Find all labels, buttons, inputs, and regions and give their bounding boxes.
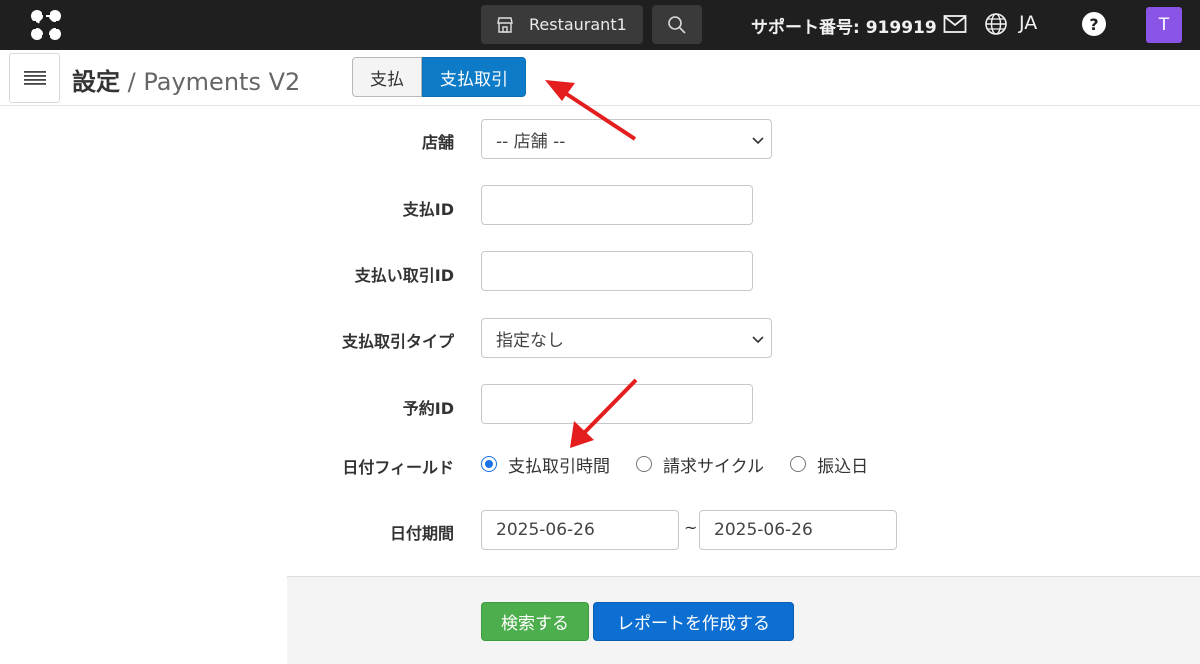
app-logo-icon[interactable] xyxy=(28,7,64,43)
radio-transfer-date[interactable]: 振込日 xyxy=(790,452,868,477)
page-title-main: 設定 xyxy=(72,68,120,96)
store-label: 店舗 xyxy=(421,133,454,152)
support-number: サポート番号: 919919 xyxy=(751,18,937,38)
date-field-label: 日付フィールド xyxy=(342,458,454,477)
mail-icon[interactable] xyxy=(943,14,967,34)
search-button[interactable] xyxy=(652,5,702,44)
payment-transaction-id-input[interactable] xyxy=(481,251,753,291)
radio-transaction-time[interactable]: 支払取引時間 xyxy=(481,452,610,477)
language-selector[interactable]: JA xyxy=(1019,12,1037,34)
chevron-down-icon xyxy=(752,137,764,145)
help-icon[interactable]: ? xyxy=(1082,12,1106,36)
date-to-input[interactable]: 2025-06-26 xyxy=(699,510,897,550)
page-title-separator: / xyxy=(127,68,136,96)
store-select-value: -- 店舗 -- xyxy=(496,131,566,152)
radio-button[interactable] xyxy=(790,456,807,472)
reservation-id-input[interactable] xyxy=(481,384,753,424)
transaction-type-select[interactable]: 指定なし xyxy=(481,318,772,358)
search-submit-button[interactable]: 検索する xyxy=(481,602,589,641)
radio-label: 支払取引時間 xyxy=(508,456,610,477)
hamburger-menu-button[interactable] xyxy=(9,53,60,103)
page-title: 設定 / Payments V2 xyxy=(72,62,300,97)
transaction-type-label: 支払取引タイプ xyxy=(341,332,454,351)
payment-id-input[interactable] xyxy=(481,185,753,225)
store-select[interactable]: -- 店舗 -- xyxy=(481,119,772,159)
date-from-input[interactable]: 2025-06-26 xyxy=(481,510,679,550)
store-selector-button[interactable]: Restaurant1 xyxy=(481,5,643,44)
reservation-id-label: 予約ID xyxy=(402,399,454,418)
chevron-down-icon xyxy=(752,336,764,344)
payment-id-label: 支払ID xyxy=(402,200,454,219)
search-icon xyxy=(668,15,686,34)
store-icon xyxy=(497,16,513,33)
tab-payment-transactions[interactable]: 支払取引 xyxy=(422,57,526,97)
date-field-radio-group: 支払取引時間 請求サイクル 振込日 xyxy=(481,450,894,478)
radio-billing-cycle[interactable]: 請求サイクル xyxy=(636,452,764,477)
radio-label: 振込日 xyxy=(817,456,869,477)
date-range-label: 日付期間 xyxy=(389,524,454,543)
radio-button[interactable] xyxy=(636,456,652,472)
radio-button-checked[interactable] xyxy=(481,456,497,472)
tab-payments[interactable]: 支払 xyxy=(352,57,422,97)
radio-label: 請求サイクル xyxy=(663,456,765,477)
transaction-type-value: 指定なし xyxy=(496,330,564,351)
user-avatar[interactable]: T xyxy=(1146,7,1182,43)
date-range-separator: ~ xyxy=(684,518,698,537)
top-navigation-bar: Restaurant1 サポート番号: 919919 JA ? T xyxy=(0,0,1200,50)
store-name: Restaurant1 xyxy=(529,15,627,34)
page-title-sub: Payments V2 xyxy=(143,68,301,96)
create-report-button[interactable]: レポートを作成する xyxy=(593,602,794,641)
payment-transaction-id-label: 支払い取引ID xyxy=(354,266,454,285)
globe-icon[interactable] xyxy=(984,12,1008,36)
tab-group: 支払 支払取引 xyxy=(352,57,526,97)
hamburger-icon xyxy=(23,71,46,85)
